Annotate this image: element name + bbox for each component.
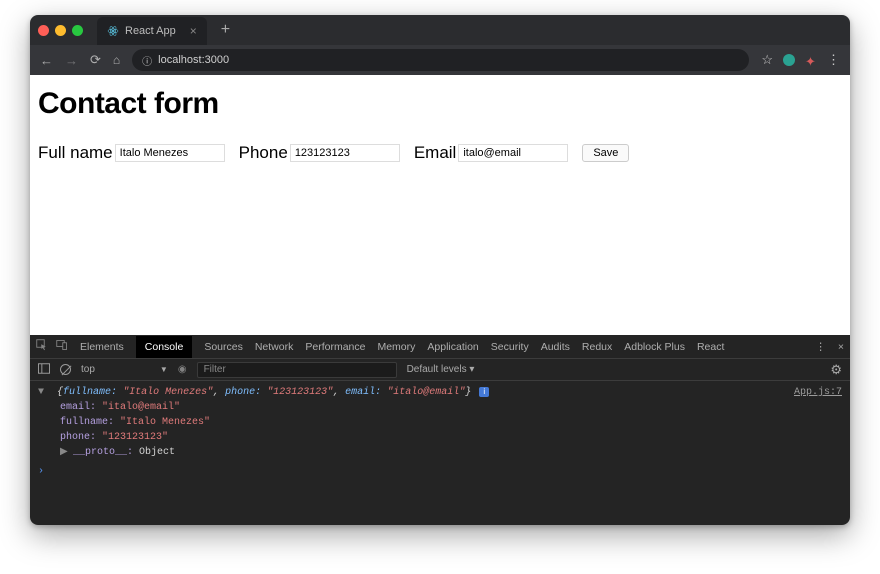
page-content: Contact form Full name Phone Email Save (30, 75, 850, 335)
extension-icon-2[interactable]: ✦ (805, 54, 817, 66)
log-entry: ▼ {fullname: "Italo Menezes", phone: "12… (38, 385, 842, 460)
home-button[interactable]: ⌂ (113, 53, 120, 67)
forward-button[interactable]: → (65, 53, 78, 68)
tab-network[interactable]: Network (255, 341, 294, 353)
react-favicon-icon (107, 25, 119, 37)
tab-title: React App (125, 25, 176, 37)
clear-console-icon[interactable] (60, 364, 71, 375)
site-info-icon[interactable]: ⓘ (142, 53, 152, 68)
browser-window: React App × + ← → ⟳ ⌂ ⓘ localhost:3000 ☆… (30, 15, 850, 525)
devtools-close-icon[interactable]: × (838, 341, 844, 353)
toolbar-right: ☆ ✦ ⋮ (761, 52, 840, 68)
tab-elements[interactable]: Elements (80, 341, 124, 353)
email-input[interactable] (458, 144, 568, 162)
page-title: Contact form (38, 87, 842, 121)
fullname-input[interactable] (115, 144, 225, 162)
expand-icon[interactable]: ▶ (60, 445, 69, 460)
context-selector[interactable]: top ▼ (81, 364, 168, 375)
console-settings-icon[interactable]: ⚙ (830, 362, 842, 378)
extension-icon-1[interactable] (783, 54, 795, 66)
address-bar: ← → ⟳ ⌂ ⓘ localhost:3000 ☆ ✦ ⋮ (30, 45, 850, 75)
collapse-icon[interactable]: ▼ (38, 385, 47, 400)
console-prompt[interactable]: › (38, 464, 842, 479)
live-expression-icon[interactable]: ◉ (178, 364, 187, 375)
filter-input[interactable]: Filter (197, 362, 397, 378)
nav-buttons: ← → ⟳ ⌂ (40, 52, 120, 68)
console-filter-bar: top ▼ ◉ Filter Default levels ▾ ⚙ (30, 359, 850, 381)
tab-react[interactable]: React (697, 341, 724, 353)
minimize-window-button[interactable] (55, 25, 66, 36)
tab-audits[interactable]: Audits (541, 341, 570, 353)
save-button[interactable]: Save (582, 144, 629, 162)
console-output[interactable]: ▼ {fullname: "Italo Menezes", phone: "12… (30, 381, 850, 525)
bookmark-icon[interactable]: ☆ (761, 52, 773, 68)
devtools-tab-strip: Elements Console Sources Network Perform… (30, 335, 850, 359)
browser-tab[interactable]: React App × (97, 17, 207, 45)
url-input[interactable]: ⓘ localhost:3000 (132, 49, 749, 71)
tab-security[interactable]: Security (491, 341, 529, 353)
url-text: localhost:3000 (158, 54, 229, 66)
traffic-lights (38, 25, 83, 36)
tab-sources[interactable]: Sources (204, 341, 243, 353)
new-tab-button[interactable]: + (221, 21, 230, 39)
console-sidebar-toggle-icon[interactable] (38, 363, 50, 377)
devtools-panel: Elements Console Sources Network Perform… (30, 335, 850, 525)
close-window-button[interactable] (38, 25, 49, 36)
email-label: Email (414, 143, 457, 163)
chevron-down-icon: ▼ (160, 365, 168, 374)
contact-form: Full name Phone Email Save (38, 143, 842, 163)
menu-icon[interactable]: ⋮ (827, 52, 840, 68)
tab-adblock[interactable]: Adblock Plus (624, 341, 685, 353)
window-titlebar: React App × + (30, 15, 850, 45)
tab-application[interactable]: Application (427, 341, 478, 353)
maximize-window-button[interactable] (72, 25, 83, 36)
tab-redux[interactable]: Redux (582, 341, 612, 353)
tab-performance[interactable]: Performance (305, 341, 365, 353)
log-source-link[interactable]: App.js:7 (794, 385, 842, 460)
inspect-element-icon[interactable] (36, 339, 48, 354)
fullname-label: Full name (38, 143, 113, 163)
log-level-selector[interactable]: Default levels ▾ (407, 364, 475, 375)
back-button[interactable]: ← (40, 53, 53, 68)
device-toolbar-icon[interactable] (56, 339, 68, 354)
phone-label: Phone (239, 143, 288, 163)
reload-button[interactable]: ⟳ (90, 52, 101, 68)
phone-input[interactable] (290, 144, 400, 162)
tab-console[interactable]: Console (136, 336, 193, 358)
info-icon[interactable]: i (479, 387, 489, 397)
close-tab-icon[interactable]: × (190, 24, 197, 38)
tab-memory[interactable]: Memory (377, 341, 415, 353)
devtools-menu-icon[interactable]: ⋮ (815, 341, 826, 353)
